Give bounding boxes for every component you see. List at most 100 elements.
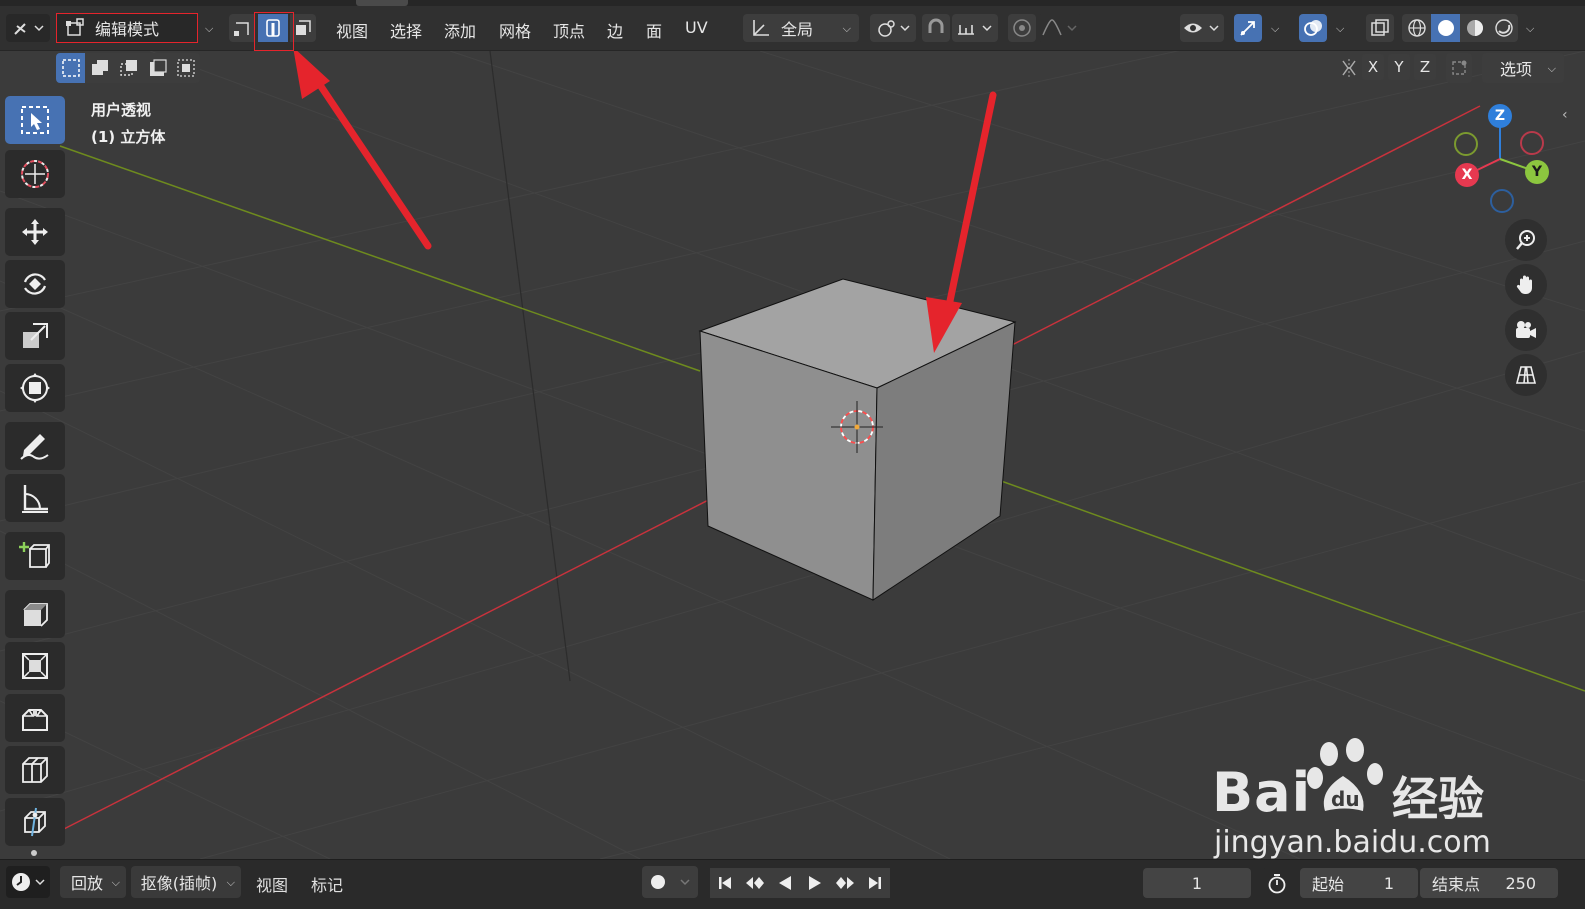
mirror-y-toggle[interactable]: Y [1388,54,1410,80]
gizmo-z-axis[interactable]: Z [1488,104,1512,128]
inset-faces-tool[interactable] [5,642,65,690]
menu-select[interactable]: 选择 [390,18,422,42]
select-extend-button[interactable] [85,53,114,83]
proportional-editing-toggle[interactable] [1008,14,1036,42]
bevel-tool[interactable] [5,694,65,742]
gizmo-toggle[interactable] [1234,14,1262,42]
3d-viewport[interactable]: X Y Z 选项 ⌵ 用户透视 (1) 立方体 Z Y X ‹ Bai du 经… [0,51,1585,859]
mirror-x-toggle[interactable]: X [1362,54,1384,80]
prev-keyframe-icon [746,877,764,889]
mode-label: 编辑模式 [95,20,160,39]
select-subtract-icon [119,60,137,76]
overlays-toggle[interactable] [1299,14,1327,42]
move-tool[interactable] [5,208,65,256]
start-frame-field[interactable]: 起始 1 [1300,868,1418,898]
auto-keying-toggle[interactable] [642,866,698,898]
knife-tool[interactable] [5,798,65,846]
transform-orientation-dropdown[interactable]: 全局 ⌵ [743,14,859,42]
select-new-button[interactable] [56,53,85,83]
mirror-z-toggle[interactable]: Z [1414,54,1436,80]
annotate-tool[interactable] [5,422,65,470]
jump-to-start-button[interactable] [710,868,740,898]
solid-shading-button[interactable] [1431,14,1460,42]
record-icon [651,875,690,889]
extrude-tool[interactable] [5,590,65,638]
play-button[interactable] [800,868,830,898]
timeline-menu-marker[interactable]: 标记 [311,872,343,896]
overlays-chevron-down-icon[interactable]: ⌵ [1336,22,1344,36]
magnet-icon [928,18,944,33]
visibility-dropdown[interactable] [1180,14,1224,42]
toolbar-more-indicator[interactable] [31,850,37,856]
keying-dropdown[interactable]: 抠像(插帧) ⌵ [131,866,241,898]
select-intersect-button[interactable] [172,53,200,83]
measure-tool[interactable] [5,474,65,522]
rotate-icon [23,273,47,295]
select-invert-button[interactable] [143,53,172,83]
options-label: 选项 [1499,60,1532,79]
x-axis-line-back [1009,105,1481,347]
playback-dropdown[interactable]: 回放 ⌵ [60,866,126,898]
start-frame-value: 1 [1383,873,1394,893]
select-intersect-icon [177,59,195,77]
mirror-topology-toggle[interactable] [1446,53,1472,83]
gizmo-x-axis[interactable]: X [1455,163,1479,187]
snap-toggle[interactable] [922,14,950,42]
gizmo-y-axis[interactable]: Y [1525,160,1549,184]
mode-selector[interactable]: 编辑模式 [56,13,198,43]
menu-view[interactable]: 视图 [336,18,368,42]
cursor-tool[interactable] [5,150,65,198]
timeline-editor-type-button[interactable] [6,866,50,898]
perspective-toggle-button[interactable] [1505,354,1547,396]
timeline-menu-view[interactable]: 视图 [256,872,288,896]
annotation-arrow-left [293,51,432,250]
playback-chevron-down-icon: ⌵ [111,876,120,889]
current-frame-field[interactable]: 1 [1143,868,1251,898]
xray-icon [1371,19,1389,36]
menu-mesh[interactable]: 网格 [499,18,531,42]
editor-type-button[interactable] [6,14,50,42]
select-subtract-button[interactable] [114,53,143,83]
material-shading-button[interactable] [1460,14,1489,42]
xray-toggle[interactable] [1366,14,1394,42]
proportional-falloff-dropdown[interactable] [1038,14,1082,42]
end-frame-field[interactable]: 结束点 250 [1420,868,1558,898]
gizmo-chevron-down-icon[interactable]: ⌵ [1271,22,1279,36]
add-cube-tool[interactable] [5,532,65,580]
pivot-point-dropdown[interactable] [870,14,916,42]
jump-to-keyframe-next-button[interactable] [830,868,860,898]
options-dropdown[interactable]: 选项 ⌵ [1482,53,1564,83]
menu-edge[interactable]: 边 [607,18,623,42]
options-chevron-down-icon: ⌵ [1547,62,1556,75]
select-box-tool[interactable] [5,96,65,144]
loop-cut-tool[interactable] [5,746,65,794]
jump-to-end-button[interactable] [860,868,890,898]
jump-to-keyframe-prev-button[interactable] [740,868,770,898]
menu-uv[interactable]: UV [685,18,708,37]
menu-face[interactable]: 面 [646,18,662,42]
mode-chevron-down-icon[interactable]: ⌵ [205,22,213,36]
rotate-tool[interactable] [5,260,65,308]
shading-chevron-down-icon[interactable]: ⌵ [1526,22,1534,36]
zoom-button[interactable] [1505,219,1547,261]
wireframe-shading-button[interactable] [1402,14,1431,42]
pan-button[interactable] [1505,264,1547,306]
sidebar-expand-chevron-icon[interactable]: ‹ [1562,107,1568,123]
menu-vertex[interactable]: 顶点 [553,18,585,42]
end-frame-label: 结束点 [1432,875,1481,894]
scale-tool[interactable] [5,312,65,360]
eye-icon [1184,23,1219,33]
rendered-shading-button[interactable] [1489,14,1518,42]
pivot-point-icon [878,20,910,37]
solid-sphere-icon [1437,20,1454,36]
current-frame-value: 1 [1191,873,1203,893]
menu-add[interactable]: 添加 [444,18,476,42]
transform-tool[interactable] [5,364,65,412]
snap-target-dropdown[interactable] [952,14,998,42]
camera-view-button[interactable] [1505,309,1547,351]
baidu-paw-icon: du [1307,738,1383,811]
vertex-select-button[interactable] [229,14,255,42]
orientation-axes-icon [753,20,769,36]
play-reverse-button[interactable] [770,868,800,898]
preview-range-toggle[interactable] [1262,868,1292,898]
